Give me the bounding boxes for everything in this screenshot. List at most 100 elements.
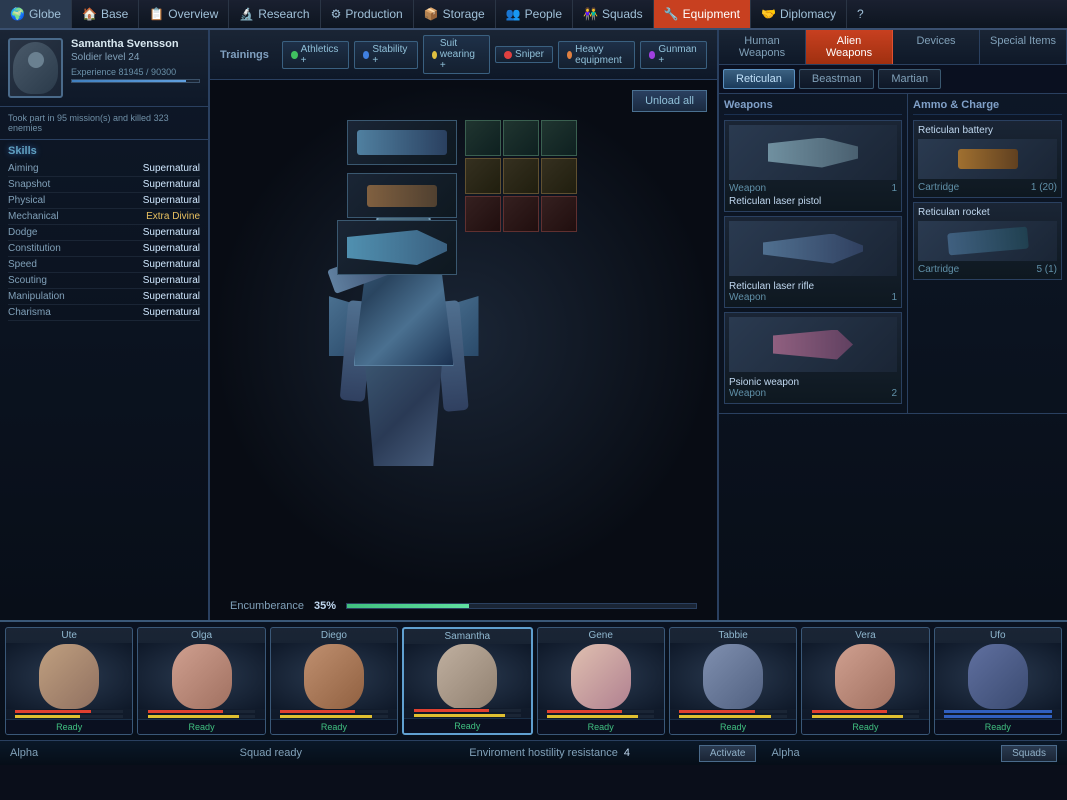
stamina-bar-samantha bbox=[414, 714, 521, 717]
sniper-dot bbox=[504, 51, 512, 59]
large-weapon-shape bbox=[347, 230, 447, 265]
health-bar-ute bbox=[15, 710, 122, 713]
exp-fill bbox=[72, 80, 186, 82]
inv-cell[interactable] bbox=[541, 196, 577, 232]
skill-row: Constitution Supernatural bbox=[8, 241, 200, 257]
tab-special-items[interactable]: Special Items bbox=[980, 30, 1067, 64]
weapon-item-1[interactable]: Reticulan laser rifle Weapon 1 bbox=[724, 216, 902, 308]
exp-bar-wrap: Experience 81945 / 90300 bbox=[71, 67, 200, 83]
tab-human-weapons[interactable]: Human Weapons bbox=[719, 30, 806, 64]
soldier-name: Samantha Svensson bbox=[71, 38, 200, 50]
portrait-samantha[interactable]: Samantha Ready bbox=[402, 627, 532, 735]
inv-cell[interactable] bbox=[503, 158, 539, 194]
weapon-slot-bottom[interactable] bbox=[347, 173, 457, 218]
weapon-image-1 bbox=[729, 221, 897, 276]
stamina-bar-gene bbox=[547, 715, 654, 718]
inv-cell[interactable] bbox=[465, 120, 501, 156]
squad-status-item: Squad ready bbox=[240, 747, 455, 759]
inv-cell[interactable] bbox=[465, 196, 501, 232]
nav-base[interactable]: 🏠 Base bbox=[72, 0, 139, 28]
large-weapon-slot[interactable] bbox=[337, 220, 457, 275]
overview-icon: 📋 bbox=[149, 7, 164, 21]
tab-alien-weapons[interactable]: Alien Weapons bbox=[806, 30, 893, 64]
portrait-status-tabbie: Ready bbox=[670, 719, 796, 734]
face-olga bbox=[172, 644, 232, 709]
ammo-item-1[interactable]: Reticulan rocket Cartridge 5 (1) bbox=[913, 202, 1062, 280]
nav-research[interactable]: 🔬 Research bbox=[229, 0, 320, 28]
avatar bbox=[8, 38, 63, 98]
nav-diplomacy[interactable]: 🤝 Diplomacy bbox=[751, 0, 847, 28]
left-panel: Samantha Svensson Soldier level 24 Exper… bbox=[0, 30, 210, 620]
nav-people[interactable]: 👥 People bbox=[496, 0, 573, 28]
resistance-label: Enviroment hostility resistance bbox=[469, 747, 618, 759]
squads-button[interactable]: Squads bbox=[1001, 745, 1057, 762]
face-vera bbox=[835, 644, 895, 709]
nav-equipment[interactable]: 🔧 Equipment bbox=[654, 0, 751, 28]
weapon-meta-2: Weapon 2 bbox=[729, 388, 897, 399]
health-bar-diego bbox=[280, 710, 387, 713]
diplomacy-icon: 🤝 bbox=[761, 7, 776, 21]
face-tabbie bbox=[703, 644, 763, 709]
weapon-item-2[interactable]: Psionic weapon Weapon 2 bbox=[724, 312, 902, 404]
portrait-vera[interactable]: Vera Ready bbox=[801, 627, 929, 735]
ammo-item-0[interactable]: Reticulan battery Cartridge 1 (20) bbox=[913, 120, 1062, 198]
equipment-icon: 🔧 bbox=[664, 7, 679, 21]
equipment-slots-top bbox=[347, 120, 457, 222]
main-area: Samantha Svensson Soldier level 24 Exper… bbox=[0, 30, 1067, 620]
portrait-olga[interactable]: Olga Ready bbox=[137, 627, 265, 735]
tab-devices[interactable]: Devices bbox=[893, 30, 980, 64]
nav-help[interactable]: ? bbox=[847, 0, 874, 28]
inv-cell[interactable] bbox=[541, 120, 577, 156]
ammo-image-0 bbox=[918, 139, 1057, 179]
activate-button[interactable]: Activate bbox=[699, 745, 757, 762]
alien-tab-martian[interactable]: Martian bbox=[878, 69, 941, 89]
weapon-item-0[interactable]: Weapon 1 Reticulan laser pistol bbox=[724, 120, 902, 212]
inv-cell[interactable] bbox=[503, 120, 539, 156]
training-gunman[interactable]: Gunman + bbox=[640, 41, 707, 69]
portrait-gene[interactable]: Gene Ready bbox=[537, 627, 665, 735]
nav-globe[interactable]: 🌍 Globe bbox=[0, 0, 72, 28]
portrait-diego[interactable]: Diego Ready bbox=[270, 627, 398, 735]
resistance-item: Enviroment hostility resistance 4 bbox=[469, 747, 684, 759]
ammo-name-0: Reticulan battery bbox=[918, 125, 1057, 136]
portrait-name-ufo: Ufo bbox=[990, 628, 1006, 643]
portrait-ufo[interactable]: Ufo Ready bbox=[934, 627, 1062, 735]
nav-overview[interactable]: 📋 Overview bbox=[139, 0, 229, 28]
avatar-face bbox=[13, 42, 58, 94]
character-view: Unload all bbox=[210, 80, 717, 592]
nav-storage[interactable]: 📦 Storage bbox=[414, 0, 496, 28]
weapon-slot-top[interactable] bbox=[347, 120, 457, 165]
portrait-face-vera bbox=[802, 643, 928, 709]
trainings-bar: Trainings Athletics + Stability + Suit w… bbox=[210, 30, 717, 80]
face-ufo bbox=[968, 644, 1028, 709]
portrait-ute[interactable]: Ute Ready bbox=[5, 627, 133, 735]
encumbrance-fill bbox=[347, 604, 469, 608]
skill-row: Scouting Supernatural bbox=[8, 273, 200, 289]
training-sniper[interactable]: Sniper bbox=[495, 46, 553, 63]
alien-tab-reticulan[interactable]: Reticulan bbox=[723, 69, 795, 89]
heavy-equipment-dot bbox=[567, 51, 572, 59]
training-stability[interactable]: Stability + bbox=[354, 41, 418, 69]
alien-tab-beastman[interactable]: Beastman bbox=[799, 69, 875, 89]
unload-all-button[interactable]: Unload all bbox=[632, 90, 707, 112]
portrait-tabbie[interactable]: Tabbie Ready bbox=[669, 627, 797, 735]
ammo-col-title: Ammo & Charge bbox=[913, 99, 1062, 115]
training-athletics[interactable]: Athletics + bbox=[282, 41, 349, 69]
nav-production[interactable]: ⚙ Production bbox=[321, 0, 414, 28]
inv-cell[interactable] bbox=[465, 158, 501, 194]
soldier-level: Soldier level 24 bbox=[71, 52, 200, 63]
ammo-image-1 bbox=[918, 221, 1057, 261]
nav-squads[interactable]: 👫 Squads bbox=[573, 0, 654, 28]
battery-shape bbox=[958, 149, 1018, 169]
inv-cell[interactable] bbox=[503, 196, 539, 232]
skill-row: Snapshot Supernatural bbox=[8, 177, 200, 193]
training-heavy-equipment[interactable]: Heavy equipment bbox=[558, 41, 635, 69]
training-suit-wearing[interactable]: Suit wearing + bbox=[423, 35, 490, 74]
health-bar-ufo bbox=[944, 710, 1051, 713]
alien-tab-bar: Reticulan Beastman Martian bbox=[719, 65, 1067, 94]
inv-cell[interactable] bbox=[541, 158, 577, 194]
athletics-dot bbox=[291, 51, 298, 59]
stamina-bar-ufo bbox=[944, 715, 1051, 718]
exp-label: Experience 81945 / 90300 bbox=[71, 67, 200, 77]
portrait-face-samantha bbox=[404, 644, 530, 708]
